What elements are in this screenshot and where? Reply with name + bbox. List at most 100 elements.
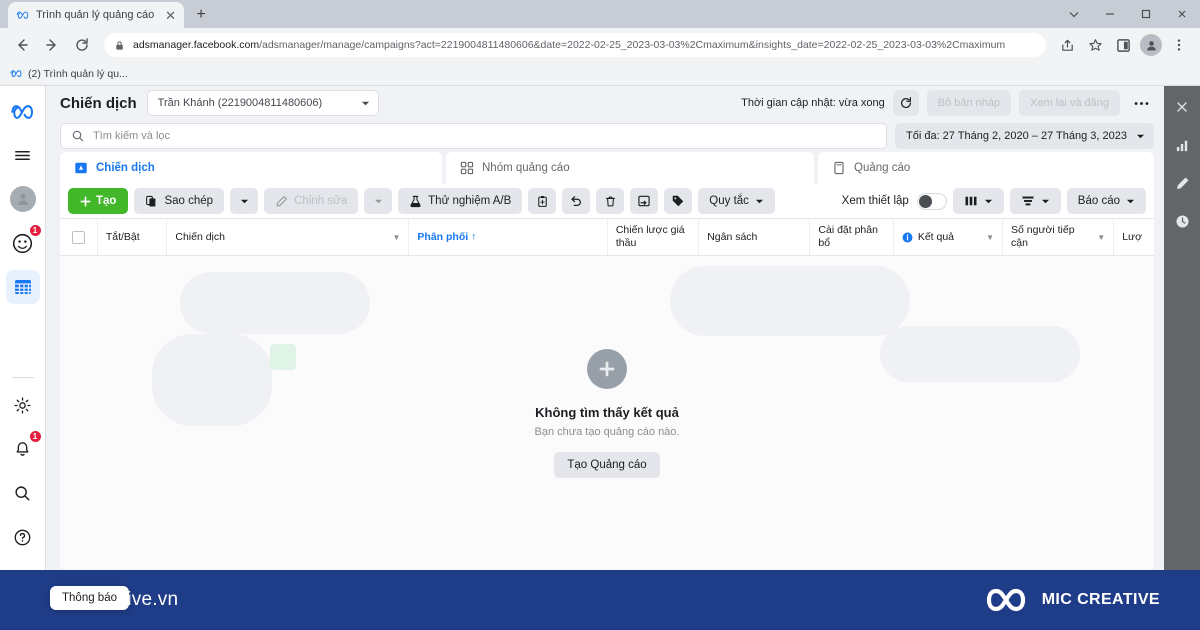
brand-footer: miccreative.vn MIC CREATIVE	[0, 570, 1200, 630]
tab-adsets-label: Nhóm quảng cáo	[482, 162, 570, 174]
chevron-down-icon[interactable]	[1056, 0, 1092, 28]
close-icon[interactable]	[1164, 0, 1200, 28]
export-button[interactable]	[630, 188, 659, 214]
column-header-impressions[interactable]: Lượ	[1114, 219, 1154, 255]
user-avatar-icon[interactable]	[6, 182, 40, 216]
search-icon[interactable]	[6, 476, 40, 510]
forward-arrow-icon[interactable]	[38, 31, 66, 59]
column-header-delivery[interactable]: Phân phối ↑	[409, 219, 608, 255]
notifications-tooltip: Thông báo	[50, 586, 129, 610]
create-ad-button[interactable]: Tạo Quảng cáo	[554, 451, 660, 478]
empty-state-title: Không tìm thấy kết quả	[535, 404, 679, 420]
columns-dropdown[interactable]	[952, 188, 1004, 214]
tab-close-icon[interactable]: ✕	[163, 9, 178, 22]
rules-dropdown[interactable]: Quy tắc	[698, 188, 775, 214]
column-header-attribution[interactable]: Cài đặt phân bổ	[810, 219, 894, 255]
reload-icon[interactable]	[68, 31, 96, 59]
discard-draft-label: Bỏ bản nháp	[937, 97, 1001, 109]
discard-draft-button[interactable]: Bỏ bản nháp	[926, 90, 1012, 116]
column-header-campaign[interactable]: Chiến dịch ▼	[167, 219, 410, 255]
campaigns-card: Tạo Sao chép Chỉnh sửa Thử nghiệm A/B Qu…	[60, 184, 1154, 570]
table-toolbar: Tạo Sao chép Chỉnh sửa Thử nghiệm A/B Qu…	[60, 184, 1154, 218]
checkbox	[71, 230, 85, 244]
address-bar[interactable]: adsmanager.facebook.com/adsmanager/manag…	[104, 33, 1046, 57]
sidebar-item-table[interactable]	[5, 270, 40, 304]
ads-manager-header: Chiến dịch Trần Khánh (2219004811480606)…	[46, 86, 1164, 120]
column-header-bid-strategy[interactable]: Chiến lược giá thầu	[608, 219, 700, 255]
column-header-onoff[interactable]: Tắt/Bật	[98, 219, 168, 255]
breakdown-dropdown[interactable]	[1009, 188, 1061, 214]
close-icon[interactable]	[1171, 96, 1193, 118]
edit-dropdown[interactable]	[364, 188, 393, 214]
browser-tab[interactable]: Trình quản lý quảng cáo - Quản l ✕	[8, 2, 184, 28]
review-publish-button[interactable]: Xem lại và đăng	[1019, 90, 1120, 116]
delete-button[interactable]	[596, 188, 625, 214]
reports-dropdown[interactable]: Báo cáo	[1066, 188, 1146, 214]
extensions-icon[interactable]	[1110, 32, 1136, 58]
trash-icon	[605, 196, 615, 206]
mic-infinity-logo-icon	[986, 588, 1025, 612]
profile-avatar-icon[interactable]	[1140, 34, 1162, 56]
ab-test-button[interactable]: Thử nghiệm A/B	[398, 188, 523, 214]
chevron-down-icon	[1041, 199, 1049, 203]
pencil-icon[interactable]	[1171, 172, 1193, 194]
date-range-selector[interactable]: Tối đa: 27 Tháng 2, 2020 – 27 Tháng 3, 2…	[895, 123, 1154, 149]
header-actions: Thời gian cập nhật: vừa xong Bỏ bản nháp…	[741, 90, 1154, 116]
create-ad-label: Tạo Quảng cáo	[567, 458, 647, 471]
undo-button[interactable]	[562, 188, 591, 214]
star-icon[interactable]	[1082, 32, 1108, 58]
chevron-down-icon	[1126, 199, 1135, 203]
column-header-results[interactable]: Kết quả ▼	[894, 219, 1004, 255]
account-selector-label: Trần Khánh (2219004811480606)	[157, 97, 323, 109]
duplicate-button[interactable]: Sao chép	[134, 188, 225, 214]
header-more-menu[interactable]	[1128, 90, 1154, 116]
meta-logo-icon[interactable]	[6, 94, 40, 128]
back-arrow-icon[interactable]	[8, 31, 36, 59]
bookmark-item[interactable]: (2) Trình quản lý qu...	[10, 68, 128, 80]
meta-logo-icon	[16, 11, 29, 19]
help-circle-icon[interactable]	[6, 520, 40, 554]
select-all-checkbox[interactable]	[60, 219, 98, 255]
new-tab-button[interactable]: +	[188, 2, 214, 28]
undo-icon	[571, 196, 582, 206]
chevron-down-icon	[1136, 134, 1145, 138]
tab-campaigns[interactable]: Chiến dịch	[60, 152, 442, 184]
tab-adsets[interactable]: Nhóm quảng cáo	[446, 152, 814, 184]
entity-tabs: Chiến dịch Nhóm quảng cáo Quảng cáo	[46, 152, 1164, 184]
ab-test-button-label: Thử nghiệm A/B	[428, 195, 512, 207]
lock-icon	[116, 41, 123, 50]
tag-button[interactable]	[664, 188, 693, 214]
column-header-budget[interactable]: Ngân sách	[699, 219, 811, 255]
chevron-down-icon	[755, 199, 764, 203]
column-label: Cài đặt phân bổ	[818, 224, 878, 249]
three-dot-menu-icon[interactable]	[1166, 32, 1192, 58]
tab-ads[interactable]: Quảng cáo	[818, 152, 1154, 184]
hamburger-menu-icon[interactable]	[6, 138, 40, 172]
create-button[interactable]: Tạo	[68, 188, 129, 214]
gear-icon[interactable]	[6, 388, 40, 422]
refresh-button[interactable]	[892, 90, 919, 116]
ad-document-icon	[834, 161, 844, 175]
account-selector[interactable]: Trần Khánh (2219004811480606)	[146, 90, 379, 116]
clock-icon[interactable]	[1171, 210, 1193, 232]
maximize-icon[interactable]	[1128, 0, 1164, 28]
minimize-icon[interactable]	[1092, 0, 1128, 28]
bell-icon[interactable]: 1	[6, 430, 42, 466]
column-header-reach[interactable]: Số người tiếp cận ▼	[1003, 219, 1115, 255]
paste-button[interactable]	[528, 188, 557, 214]
account-circle-icon[interactable]: 1	[6, 224, 42, 260]
create-button-label: Tạo	[96, 195, 117, 207]
edit-button[interactable]: Chỉnh sửa	[264, 188, 359, 214]
search-input[interactable]: Tìm kiếm và lọc	[60, 123, 887, 149]
account-badge: 1	[28, 224, 42, 237]
view-setup-toggle[interactable]	[916, 192, 947, 210]
meta-logo-icon	[10, 70, 22, 78]
duplicate-dropdown[interactable]	[230, 188, 259, 214]
bar-chart-icon[interactable]	[1171, 134, 1193, 156]
avatar	[9, 186, 36, 212]
page-title: Chiến dịch	[60, 94, 137, 112]
chevron-down-icon	[240, 199, 248, 203]
share-icon[interactable]	[1054, 32, 1080, 58]
search-icon	[72, 130, 84, 142]
chevron-down-icon: ▼	[1097, 232, 1106, 242]
